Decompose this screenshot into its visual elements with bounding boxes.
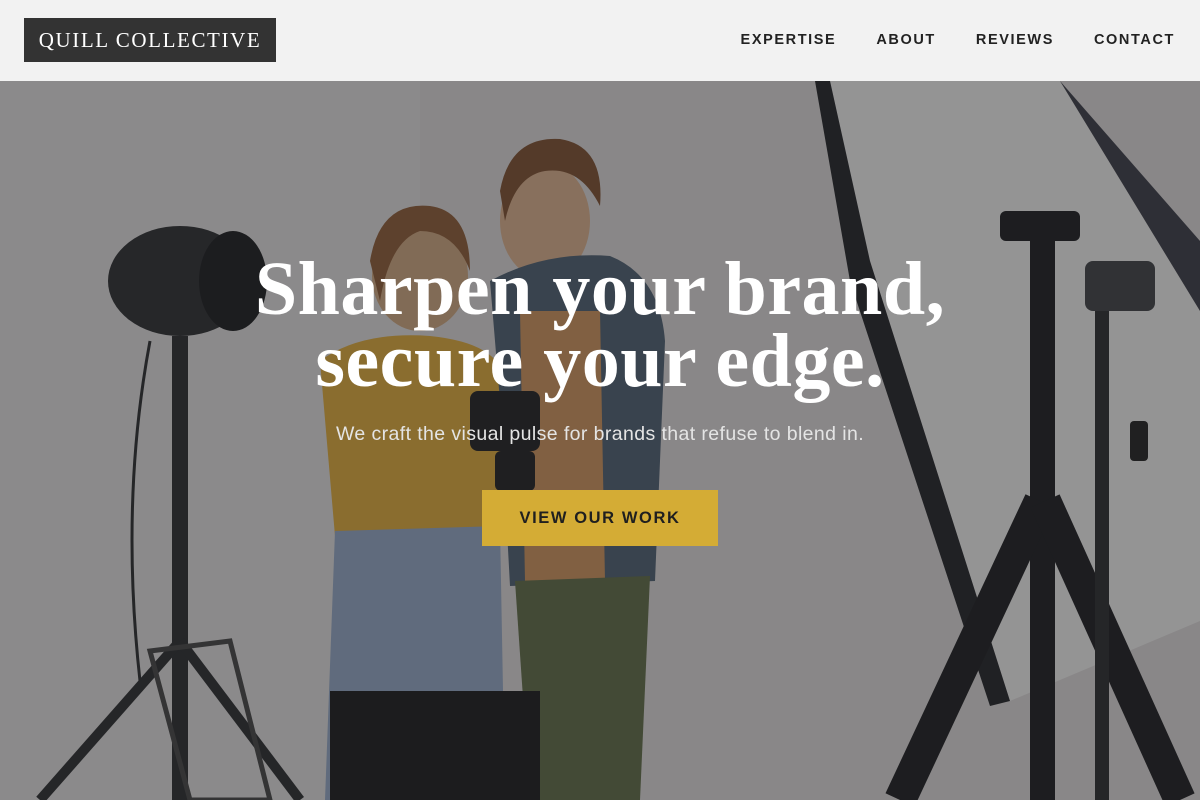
- hero-subtitle: We craft the visual pulse for brands tha…: [335, 423, 865, 445]
- hero-section: Sharpen your brand, secure your edge. We…: [0, 81, 1200, 800]
- nav-item-expertise[interactable]: EXPERTISE: [741, 32, 837, 48]
- brand-logo[interactable]: QUILL COLLECTIVE: [24, 18, 276, 62]
- nav-item-about[interactable]: ABOUT: [876, 32, 936, 48]
- view-our-work-button[interactable]: VIEW OUR WORK: [482, 490, 718, 546]
- nav-item-reviews[interactable]: REVIEWS: [976, 32, 1054, 48]
- nav-item-contact[interactable]: CONTACT: [1094, 32, 1175, 48]
- hero-title-line-2: secure your edge.: [315, 319, 885, 403]
- hero-title: Sharpen your brand, secure your edge.: [100, 247, 1100, 403]
- main-nav: EXPERTISE ABOUT REVIEWS CONTACT: [741, 30, 1175, 50]
- hero-title-line-1: Sharpen your brand,: [254, 247, 946, 331]
- site-header: QUILL COLLECTIVE EXPERTISE ABOUT REVIEWS…: [0, 0, 1200, 81]
